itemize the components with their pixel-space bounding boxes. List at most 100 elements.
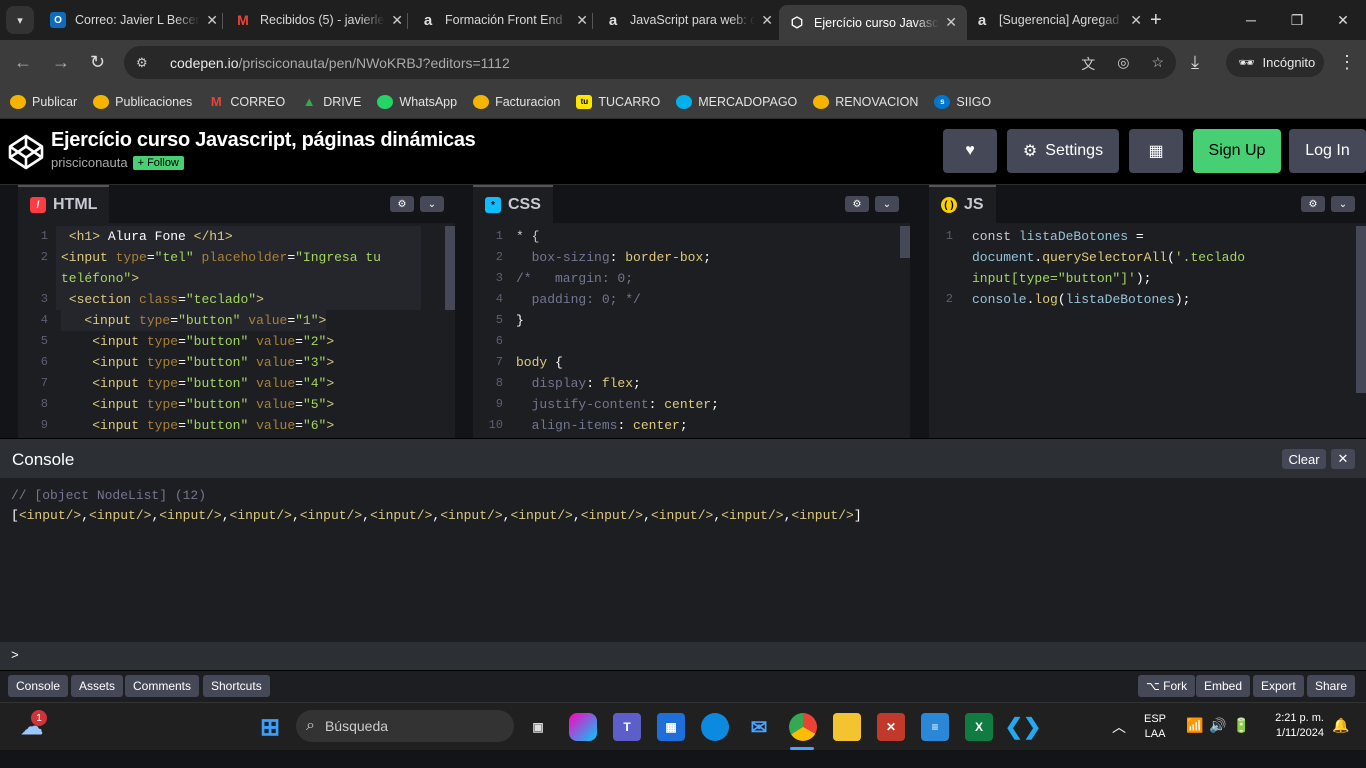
- layout-button[interactable]: ▦: [1129, 129, 1183, 173]
- back-icon[interactable]: ←: [14, 52, 32, 73]
- bookmark-renovacion[interactable]: RENOVACION: [813, 94, 918, 109]
- close-window-button[interactable]: ✕: [1320, 0, 1366, 40]
- keyboard-language[interactable]: ESP LAA: [1144, 713, 1166, 740]
- chevron-up-icon[interactable]: ︿: [1112, 717, 1126, 737]
- close-console-button[interactable]: ✕: [1331, 449, 1355, 469]
- fork-button[interactable]: ⌥ Fork: [1138, 675, 1196, 697]
- js-editor[interactable]: ( ) JS ⚙ ⌄ 1 const listaDeBotones = docume…: [929, 185, 1366, 439]
- pen-author[interactable]: prisciconauta: [51, 155, 128, 170]
- share-button[interactable]: Share: [1307, 675, 1356, 697]
- gear-icon[interactable]: ⚙: [390, 196, 414, 212]
- bell-icon[interactable]: 🔔: [1332, 717, 1349, 734]
- download-icon[interactable]: ⤓: [1191, 52, 1199, 73]
- assets-button[interactable]: Assets: [71, 675, 124, 697]
- chrome-icon[interactable]: [789, 713, 817, 741]
- js-code[interactable]: 1 const listaDeBotones = document.querySe…: [929, 226, 1366, 439]
- restore-button[interactable]: ❐: [1274, 0, 1320, 40]
- comments-button[interactable]: Comments: [125, 675, 200, 697]
- edge-icon[interactable]: [701, 713, 729, 741]
- copilot-icon[interactable]: [569, 713, 597, 741]
- signup-button[interactable]: Sign Up: [1193, 129, 1281, 173]
- eye-off-icon[interactable]: ◎: [1117, 54, 1129, 74]
- menu-kebab-icon[interactable]: ⋮: [1338, 52, 1356, 73]
- console-output[interactable]: // [object NodeList] (12) [<input/>,<inp…: [0, 478, 1366, 642]
- tab-alura-sugerencia[interactable]: a [Sugerencia] Agregad ✕: [964, 5, 1152, 35]
- pen-title[interactable]: Ejercício curso Javascript, páginas diná…: [51, 129, 476, 152]
- html-tab[interactable]: / HTML: [18, 185, 110, 223]
- css-code[interactable]: 1 * { 2 box-sizing: border-box; 3/* margi…: [473, 226, 910, 439]
- scrollbar[interactable]: [900, 226, 910, 258]
- console-input[interactable]: >: [0, 642, 1366, 670]
- bookmark-publicaciones[interactable]: Publicaciones: [93, 94, 192, 109]
- reload-icon[interactable]: ↻: [90, 52, 105, 73]
- bookmark-mercadopago[interactable]: MERCADOPAGO: [676, 94, 797, 109]
- clear-button[interactable]: Clear: [1282, 449, 1326, 469]
- scrollbar[interactable]: [445, 226, 455, 310]
- html-editor[interactable]: / HTML ⚙ ⌄ 1 <h1> Alura Fone </h1> 2 <inpu…: [18, 185, 455, 439]
- bookmark-drive[interactable]: ▲ DRIVE: [301, 94, 362, 109]
- close-icon[interactable]: ✕: [1130, 12, 1142, 29]
- presentation-app-icon[interactable]: ✕: [877, 713, 905, 741]
- notification-badge: 1: [31, 710, 47, 726]
- bookmark-facturacion[interactable]: Facturacion: [473, 94, 560, 109]
- follow-button[interactable]: + Follow: [132, 155, 184, 170]
- bookmark-tucarro[interactable]: tu TUCARRO: [576, 94, 660, 109]
- shortcuts-button[interactable]: Shortcuts: [203, 675, 270, 697]
- url-bar[interactable]: ⚙ codepen.io/prisciconauta/pen/NWoKRBJ?e…: [124, 46, 1176, 79]
- tab-search-button[interactable]: ▾: [6, 6, 34, 34]
- css-editor[interactable]: * CSS ⚙ ⌄ 1 * { 2 box-sizing: border-box; …: [473, 185, 910, 439]
- close-icon[interactable]: ✕: [576, 12, 588, 29]
- console-footer-button[interactable]: Console: [8, 675, 69, 697]
- chevron-down-icon[interactable]: ⌄: [1331, 196, 1355, 212]
- close-icon[interactable]: ✕: [945, 14, 957, 31]
- taskbar-search[interactable]: ⌕ Búsqueda: [296, 710, 514, 742]
- gear-icon[interactable]: ⚙: [845, 196, 869, 212]
- excel-icon[interactable]: X: [965, 713, 993, 741]
- teams-icon[interactable]: T: [613, 713, 641, 741]
- notepad-icon[interactable]: ≡: [921, 713, 949, 741]
- close-icon[interactable]: ✕: [761, 12, 773, 29]
- windows-start-icon[interactable]: ⊞: [256, 713, 284, 741]
- translate-icon[interactable]: 文: [1081, 54, 1095, 74]
- bookmark-publicar[interactable]: Publicar: [10, 94, 77, 109]
- store-icon[interactable]: ▦: [657, 713, 685, 741]
- clock[interactable]: 2:21 p. m. 1/11/2024: [1262, 712, 1324, 739]
- close-icon[interactable]: ✕: [206, 12, 218, 29]
- js-tab[interactable]: ( ) JS: [929, 185, 996, 223]
- export-button[interactable]: Export: [1253, 675, 1304, 697]
- chevron-down-icon[interactable]: ⌄: [875, 196, 899, 212]
- chevron-down-icon[interactable]: ⌄: [420, 196, 444, 212]
- incognito-badge[interactable]: 🕶 Incógnito: [1226, 48, 1324, 77]
- gear-icon[interactable]: ⚙: [1301, 196, 1325, 212]
- tab-alura-frontend[interactable]: a Formación Front End ✕: [410, 5, 598, 35]
- bookmark-siigo[interactable]: s SIIGO: [934, 94, 991, 109]
- minimize-button[interactable]: ─: [1228, 0, 1274, 40]
- close-icon[interactable]: ✕: [391, 12, 403, 29]
- css-tab[interactable]: * CSS: [473, 185, 553, 223]
- codepen-logo-icon[interactable]: [8, 134, 44, 170]
- heart-button[interactable]: ♥: [943, 129, 997, 173]
- html-code[interactable]: 1 <h1> Alura Fone </h1> 2 <input type="te…: [18, 226, 455, 439]
- tab-codepen-active[interactable]: ⬡ Ejercício curso Javascri ✕: [779, 5, 967, 40]
- bookmark-whatsapp[interactable]: WhatsApp: [377, 94, 457, 109]
- forward-icon[interactable]: →: [52, 52, 70, 73]
- tab-outlook[interactable]: O Correo: Javier L Becerra ✕: [40, 5, 228, 35]
- scrollbar[interactable]: [1356, 226, 1366, 393]
- star-icon[interactable]: ☆: [1151, 54, 1164, 74]
- new-tab-button[interactable]: +: [1150, 9, 1162, 32]
- settings-button[interactable]: ⚙ Settings: [1007, 129, 1119, 173]
- task-view-icon[interactable]: ▣: [524, 713, 552, 741]
- tab-gmail[interactable]: M Recibidos (5) - javierleb ✕: [225, 5, 413, 35]
- codepen-header: Ejercício curso Javascript, páginas diná…: [0, 119, 1366, 184]
- wifi-volume-battery-icons[interactable]: 📶🔊🔋: [1186, 717, 1256, 734]
- embed-button[interactable]: Embed: [1196, 675, 1251, 697]
- tab-alura-js[interactable]: a JavaScript para web: c ✕: [595, 5, 783, 35]
- nodelist-item: <input/>: [89, 508, 152, 523]
- bookmark-icon: [473, 94, 490, 109]
- file-explorer-icon[interactable]: [833, 713, 861, 741]
- vscode-icon[interactable]: ❮❯: [1005, 713, 1042, 741]
- bookmark-correo[interactable]: M CORREO: [208, 94, 285, 109]
- site-info-icon[interactable]: ⚙: [136, 55, 154, 71]
- login-button[interactable]: Log In: [1289, 129, 1366, 173]
- mail-icon[interactable]: ✉: [745, 713, 773, 741]
